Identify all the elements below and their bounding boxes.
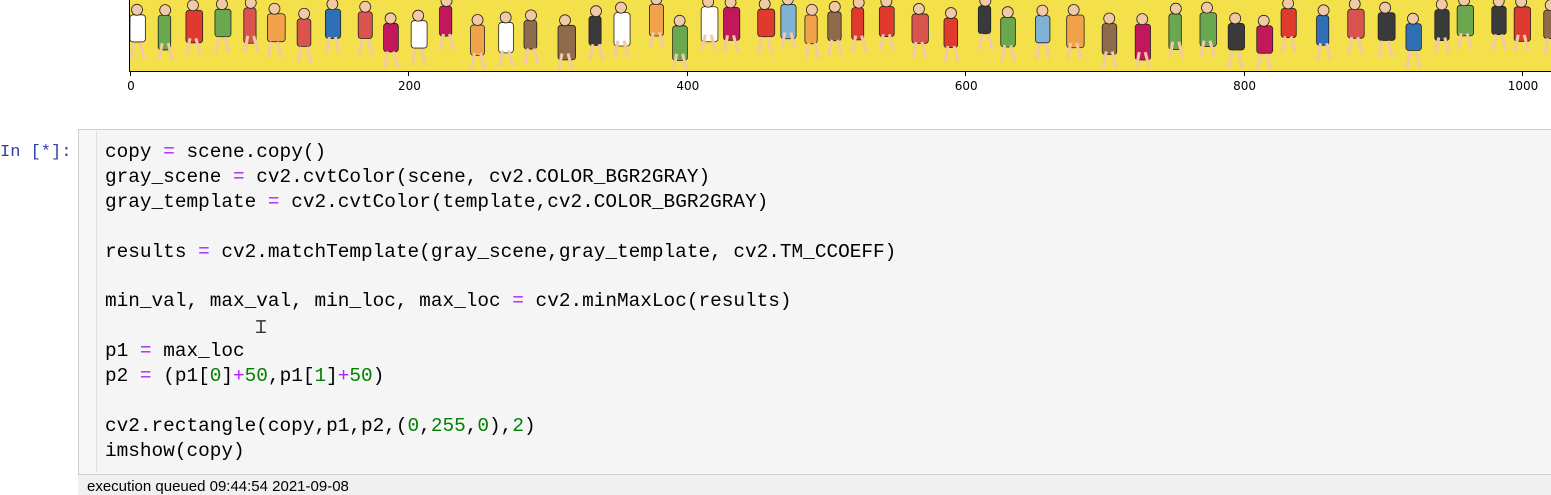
x-axis-spine	[130, 71, 1551, 72]
x-tick-mark	[965, 72, 967, 76]
code-line[interactable]: p1 = max_loc	[105, 339, 896, 364]
cell-prompt: In [*]:	[0, 143, 70, 162]
x-tick-mark	[408, 72, 410, 76]
output-image	[130, 0, 1551, 71]
x-tick-mark	[686, 72, 688, 76]
code-line[interactable]: results = cv2.matchTemplate(gray_scene,g…	[105, 240, 896, 265]
execution-status-bar: execution queued 09:44:54 2021-09-08	[78, 474, 1551, 495]
code-text[interactable]: copy = scene.copy() gray_scene = cv2.cvtC…	[105, 140, 896, 464]
x-tick-label: 200	[397, 79, 421, 93]
execution-status-text: execution queued 09:44:54 2021-09-08	[87, 478, 349, 495]
code-line[interactable]: copy = scene.copy()	[105, 140, 896, 165]
code-line[interactable]: ​	[105, 389, 896, 414]
x-tick-label: 1000	[1507, 79, 1539, 93]
code-line[interactable]: p2 = (p1[0]+50,p1[1]+50)	[105, 364, 896, 389]
x-tick-mark	[1522, 72, 1523, 76]
code-line[interactable]: ​	[105, 314, 896, 339]
code-line[interactable]: gray_template = cv2.cvtColor(template,cv…	[105, 190, 896, 215]
code-line[interactable]: gray_scene = cv2.cvtColor(scene, cv2.COL…	[105, 165, 896, 190]
text-cursor-icon: Ɪ	[256, 319, 267, 339]
x-tick-mark	[130, 72, 131, 76]
x-tick-label: 0	[127, 79, 135, 93]
x-tick-label: 600	[954, 79, 978, 93]
x-tick-mark	[1243, 72, 1245, 76]
code-line[interactable]: cv2.rectangle(copy,p1,p2,(0,255,0),2)	[105, 414, 896, 439]
x-tick-label: 800	[1233, 79, 1257, 93]
code-line[interactable]: ​	[105, 264, 896, 289]
code-line[interactable]: imshow(copy)	[105, 439, 896, 464]
code-line[interactable]: ​	[105, 215, 896, 240]
axis-left-spine	[129, 0, 130, 72]
code-line[interactable]: min_val, max_val, min_loc, max_loc = cv2…	[105, 289, 896, 314]
crowd-scene-image	[130, 0, 1551, 71]
x-tick-label: 400	[676, 79, 700, 93]
